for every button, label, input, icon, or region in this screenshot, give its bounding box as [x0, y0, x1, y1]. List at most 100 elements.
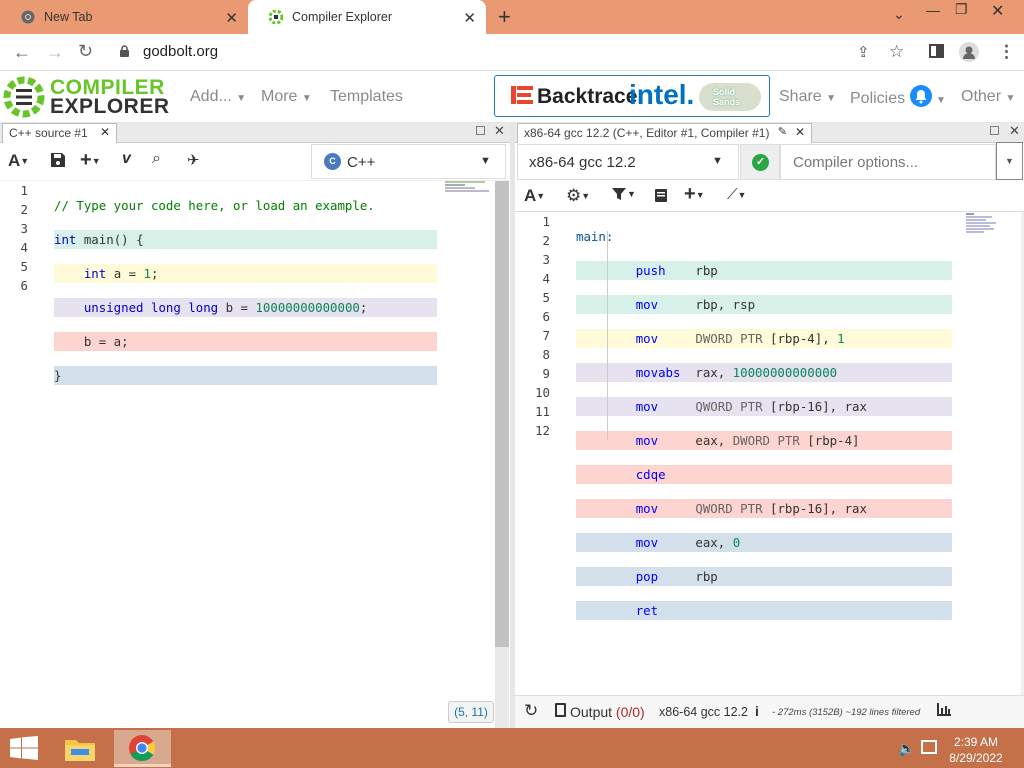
other-menu[interactable]: Other ▼	[961, 88, 1015, 106]
save-icon[interactable]	[50, 152, 66, 171]
backtrace-logo-icon	[511, 84, 533, 106]
network-icon[interactable]	[921, 740, 937, 754]
system-clock[interactable]: 2:39 AM 8/29/2022	[949, 734, 1003, 766]
chrome-taskbar-button[interactable]	[114, 730, 171, 767]
language-select[interactable]: C C++ ▼	[311, 144, 506, 179]
sponsor-solid-sands: Solid Sands	[713, 87, 741, 107]
browser-tab-compiler-explorer[interactable]: Compiler Explorer ✕	[248, 0, 486, 34]
tools-wand-icon[interactable]: ⟋ ▼	[727, 186, 746, 203]
check-circle-icon: ✓	[752, 154, 769, 171]
compiler-explorer-logo[interactable]: COMPILER EXPLORER	[2, 73, 169, 121]
minimize-icon[interactable]: —	[926, 2, 940, 18]
restore-icon[interactable]: ❐	[955, 1, 968, 18]
profile-avatar-icon[interactable]	[959, 42, 979, 62]
editor-scrollbar[interactable]	[495, 181, 509, 647]
tab-search-icon[interactable]: ⌄	[893, 6, 905, 23]
close-tab-icon[interactable]: ✕	[225, 9, 238, 27]
indent-guide	[607, 231, 608, 440]
window-close-icon[interactable]: ✕	[991, 1, 1004, 21]
font-size-icon[interactable]: A ▼	[8, 151, 29, 171]
close-pane-icon[interactable]: ✕	[494, 123, 505, 139]
solid-sands-logo: Solid Sands	[699, 83, 761, 111]
asm-line: cdqe	[576, 465, 952, 484]
templates-link[interactable]: Templates	[330, 88, 403, 106]
output-file-icon	[555, 703, 566, 717]
vim-mode-icon[interactable]: v	[122, 150, 131, 168]
cpp-logo-icon: C	[324, 153, 341, 170]
editor-minimap[interactable]	[445, 181, 493, 192]
info-icon[interactable]: i	[755, 703, 759, 719]
sponsor-backtrace: Backtrace	[537, 85, 638, 108]
code-line: // Type your code here, or load an examp…	[54, 198, 375, 213]
policies-menu[interactable]: Policies ▼	[850, 85, 946, 110]
forward-icon[interactable]: →	[46, 42, 64, 63]
asm-minimap[interactable]	[966, 212, 1022, 242]
url-text[interactable]: godbolt.org	[143, 43, 218, 60]
add-menu-label: Add...	[190, 88, 232, 105]
asm-line: mov DWORD PTR [rbp-4], 1	[576, 329, 952, 348]
asm-line: mov eax, DWORD PTR [rbp-4]	[576, 431, 952, 450]
chrome-menu-icon[interactable]: ⋮	[998, 42, 1015, 62]
edit-title-icon[interactable]: ✎	[778, 125, 787, 138]
sponsor-intel: intel.	[629, 79, 695, 110]
more-menu[interactable]: More ▼	[261, 88, 312, 106]
share-menu[interactable]: Share ▼	[779, 88, 836, 106]
chrome-icon	[20, 9, 36, 25]
maximize-pane-icon[interactable]: ☐	[475, 124, 486, 138]
logo-text-explorer: EXPLORER	[50, 95, 170, 118]
caret-down-icon: ▼	[236, 93, 247, 104]
settings-gear-icon[interactable]: ⚙ ▼	[566, 186, 590, 206]
close-pane-icon[interactable]: ✕	[795, 125, 805, 139]
bar-chart-icon[interactable]	[937, 703, 951, 719]
output-button[interactable]: Output (0/0)	[570, 704, 645, 720]
line-number: 5	[542, 290, 550, 305]
new-tab-button[interactable]: +	[498, 4, 511, 30]
line-number: 2	[542, 233, 550, 248]
libraries-book-icon[interactable]	[654, 188, 668, 206]
source-code[interactable]: // Type your code here, or load an examp…	[54, 181, 437, 400]
cppinsights-icon[interactable]: ⌕	[152, 150, 161, 168]
compiler-select[interactable]: x86-64 gcc 12.2 ▼	[517, 144, 739, 180]
sponsor-banner[interactable]: Backtrace intel. Solid Sands	[494, 75, 770, 117]
close-tab-icon[interactable]: ✕	[463, 9, 476, 27]
side-panel-icon[interactable]	[929, 44, 944, 58]
reload-icon[interactable]: ↻	[78, 41, 93, 62]
asm-line: mov rbp, rsp	[576, 295, 952, 314]
compiler-options-dropdown[interactable]: ▼	[996, 142, 1023, 180]
filter-icon[interactable]: ▼	[611, 186, 636, 202]
share-page-icon[interactable]: ⇪	[857, 43, 870, 61]
bookmark-star-icon[interactable]: ☆	[889, 42, 904, 62]
close-pane-icon[interactable]: ✕	[100, 125, 110, 139]
logo-gear-icon	[3, 76, 45, 118]
share-menu-label: Share	[779, 88, 822, 105]
asm-line-numbers: 1 2 3 4 5 6 7 8 9 10 11 12	[528, 212, 550, 440]
code-line: b = a;	[54, 332, 437, 351]
editor-line-numbers: 1 2 3 4 5 6	[10, 181, 28, 295]
caret-down-icon: ▼	[826, 93, 837, 104]
asm-line: mov QWORD PTR [rbp-16], rax	[576, 397, 952, 416]
close-pane-icon[interactable]: ✕	[1009, 123, 1020, 139]
caret-down-icon: ▼	[301, 93, 312, 104]
recompile-icon[interactable]: ↻	[524, 701, 538, 721]
windows-start-icon[interactable]	[10, 736, 38, 763]
maximize-pane-icon[interactable]: ☐	[989, 124, 1000, 138]
back-icon[interactable]: ←	[13, 42, 31, 63]
tab-cpp-source[interactable]: C++ source #1 ✕	[2, 123, 117, 143]
compile-status[interactable]: ✓	[740, 144, 780, 180]
tab-compiler[interactable]: x86-64 gcc 12.2 (C++, Editor #1, Compile…	[517, 123, 812, 143]
add-tool-icon[interactable]: + ▼	[684, 183, 705, 206]
output-count: (0/0)	[615, 704, 645, 720]
browser-tab-new-tab[interactable]: New Tab ✕	[0, 0, 248, 34]
quick-bench-icon[interactable]: ✈	[187, 151, 200, 169]
caret-down-icon: ▼	[936, 95, 946, 107]
compiler-options-input[interactable]: Compiler options...	[780, 144, 996, 180]
add-menu[interactable]: Add... ▼	[190, 88, 246, 106]
editor-tab-title: C++ source #1	[9, 126, 88, 140]
assembly-code[interactable]: main: push rbp mov rbp, rsp mov DWORD PT…	[576, 212, 952, 635]
add-new-icon[interactable]: + ▼	[80, 149, 101, 172]
line-number: 11	[535, 404, 550, 419]
font-size-icon[interactable]: A ▼	[524, 186, 545, 206]
file-explorer-icon[interactable]	[62, 733, 98, 765]
language-select-value: C++	[347, 154, 376, 171]
volume-muted-icon[interactable]: 🔈	[898, 740, 915, 757]
